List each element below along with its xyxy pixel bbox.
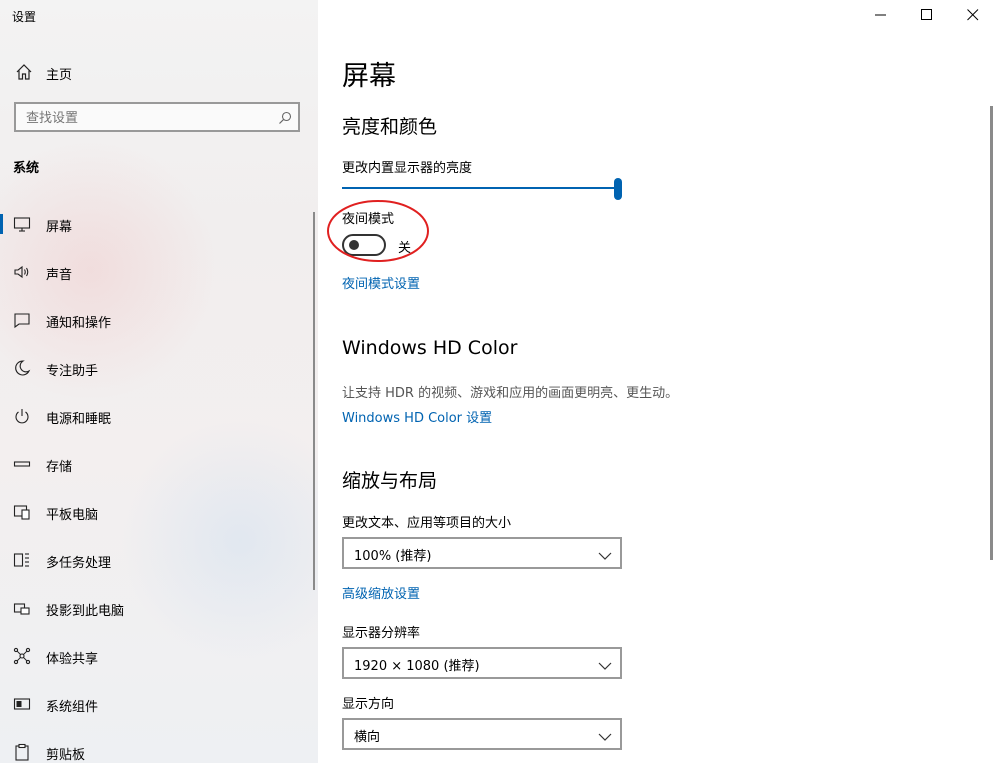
main-content: 屏幕 亮度和颜色 更改内置显示器的亮度 夜间模式 关 夜间模式设置 Window… <box>318 0 994 763</box>
home-label: 主页 <box>46 68 73 83</box>
sidebar-item-multitasking[interactable]: 多任务处理 <box>0 536 318 584</box>
orientation-value: 横向 <box>354 730 381 745</box>
brightness-label: 更改内置显示器的亮度 <box>342 161 473 176</box>
speaker-icon <box>13 263 31 281</box>
sidebar-nav: 屏幕 声音 通知和操作 专注助手 电源和睡眠 存储 平板电脑 多任务处理 投影到… <box>0 200 318 763</box>
search-icon[interactable] <box>278 110 292 124</box>
sidebar-item-label: 投影到此电脑 <box>46 604 125 619</box>
sidebar-item-system-components[interactable]: 系统组件 <box>0 680 318 728</box>
minimize-icon <box>875 14 886 16</box>
slider-thumb[interactable] <box>614 178 622 200</box>
settings-window: 设置 主页 系统 屏幕 <box>0 0 994 763</box>
sidebar-item-label: 剪贴板 <box>46 748 86 763</box>
close-icon <box>967 9 979 21</box>
resolution-value: 1920 × 1080 (推荐) <box>354 659 480 674</box>
scale-dropdown[interactable]: 100% (推荐) <box>342 537 622 569</box>
brightness-slider[interactable] <box>342 178 622 200</box>
monitor-icon <box>13 215 31 233</box>
sidebar-item-project[interactable]: 投影到此电脑 <box>0 584 318 632</box>
storage-icon <box>13 455 31 473</box>
orientation-label: 显示方向 <box>342 697 395 712</box>
sidebar-item-label: 平板电脑 <box>46 508 99 523</box>
power-icon <box>13 407 31 425</box>
sidebar-home[interactable]: 主页 <box>0 58 318 86</box>
sidebar-item-label: 存储 <box>46 460 73 475</box>
app-title: 设置 <box>12 10 37 24</box>
section-heading-hdr: Windows HD Color <box>342 337 518 359</box>
share-icon <box>13 647 31 665</box>
section-heading-brightness: 亮度和颜色 <box>342 116 438 138</box>
close-button[interactable] <box>950 0 994 30</box>
scale-label: 更改文本、应用等项目的大小 <box>342 516 512 531</box>
hdr-description: 让支持 HDR 的视频、游戏和应用的画面更明亮、更生动。 <box>342 386 679 401</box>
sidebar-item-label: 专注助手 <box>46 364 99 379</box>
clipboard-icon <box>13 743 31 761</box>
night-mode-toggle[interactable] <box>342 234 386 256</box>
selection-indicator <box>0 214 3 234</box>
toggle-knob <box>349 240 359 250</box>
notification-icon <box>13 311 31 329</box>
multitask-icon <box>13 551 31 569</box>
sidebar-item-shared-experiences[interactable]: 体验共享 <box>0 632 318 680</box>
maximize-button[interactable] <box>904 0 950 30</box>
search-input[interactable] <box>24 108 268 128</box>
sidebar-item-notifications[interactable]: 通知和操作 <box>0 296 318 344</box>
chevron-down-icon <box>598 728 612 741</box>
sidebar-item-label: 屏幕 <box>46 220 73 235</box>
sidebar: 设置 主页 系统 屏幕 <box>0 0 318 763</box>
sidebar-item-tablet[interactable]: 平板电脑 <box>0 488 318 536</box>
chevron-down-icon <box>598 547 612 560</box>
tablet-icon <box>13 503 31 521</box>
project-icon <box>13 599 31 617</box>
moon-icon <box>13 359 31 377</box>
night-mode-state: 关 <box>398 241 412 256</box>
main-scrollbar[interactable] <box>990 106 993 560</box>
chevron-down-icon <box>598 657 612 670</box>
sidebar-item-label: 电源和睡眠 <box>46 412 112 427</box>
sidebar-item-label: 通知和操作 <box>46 316 112 331</box>
sidebar-item-storage[interactable]: 存储 <box>0 440 318 488</box>
sidebar-item-sound[interactable]: 声音 <box>0 248 318 296</box>
sidebar-item-clipboard[interactable]: 剪贴板 <box>0 728 318 763</box>
resolution-dropdown[interactable]: 1920 × 1080 (推荐) <box>342 647 622 679</box>
section-label-system: 系统 <box>13 161 40 176</box>
minimize-button[interactable] <box>858 0 904 30</box>
orientation-dropdown[interactable]: 横向 <box>342 718 622 750</box>
section-heading-scale: 缩放与布局 <box>342 470 438 492</box>
sidebar-item-display[interactable]: 屏幕 <box>0 200 318 248</box>
scale-value: 100% (推荐) <box>354 549 432 564</box>
advanced-scaling-link[interactable]: 高级缩放设置 <box>342 583 420 602</box>
night-mode-label: 夜间模式 <box>342 212 395 227</box>
night-mode-settings-link[interactable]: 夜间模式设置 <box>342 273 420 292</box>
sidebar-item-focus-assist[interactable]: 专注助手 <box>0 344 318 392</box>
home-icon <box>15 63 33 81</box>
components-icon <box>13 695 31 713</box>
sidebar-item-power[interactable]: 电源和睡眠 <box>0 392 318 440</box>
hdr-settings-link[interactable]: Windows HD Color 设置 <box>342 407 492 426</box>
slider-track <box>342 187 618 189</box>
night-mode-toggle-group: 关 <box>342 234 462 256</box>
resolution-label: 显示器分辨率 <box>342 626 421 641</box>
maximize-icon <box>921 9 932 20</box>
sidebar-item-label: 多任务处理 <box>46 556 112 571</box>
search-box[interactable] <box>14 102 300 132</box>
page-title: 屏幕 <box>342 61 396 92</box>
sidebar-item-label: 系统组件 <box>46 700 99 715</box>
sidebar-item-label: 声音 <box>46 268 73 283</box>
sidebar-item-label: 体验共享 <box>46 652 99 667</box>
sidebar-scrollbar[interactable] <box>313 212 315 590</box>
